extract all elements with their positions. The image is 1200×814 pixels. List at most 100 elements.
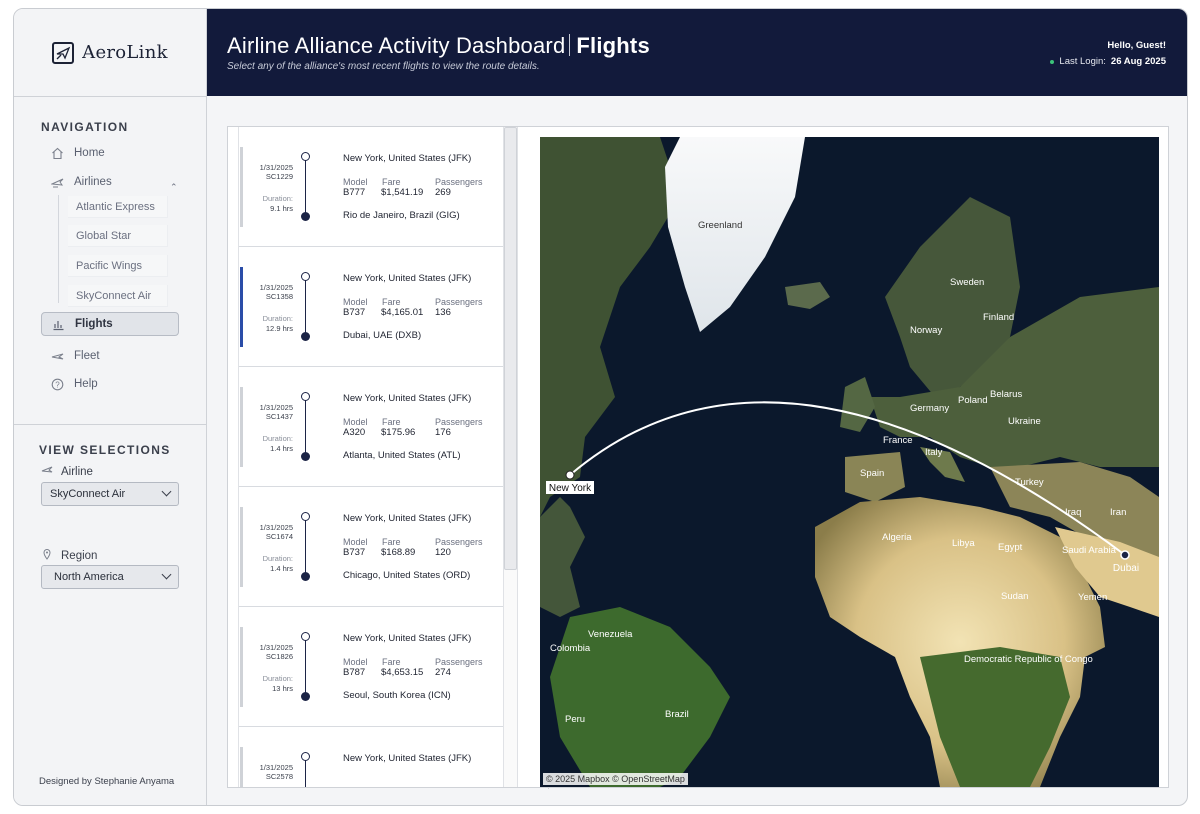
place-label: Norway	[910, 325, 942, 336]
route-timeline	[305, 520, 306, 578]
airline-select-value: SkyConnect Air	[50, 488, 126, 500]
duration-label: Duration:	[262, 314, 293, 323]
last-login-label: Last Login:	[1059, 56, 1106, 67]
place-label: Iraq	[1065, 507, 1081, 518]
place-label: Turkey	[1015, 477, 1044, 488]
model-value: B787	[343, 667, 366, 678]
route-timeline	[305, 400, 306, 458]
flight-code: SC1229	[265, 172, 293, 181]
sidebar-item-atlantic-express[interactable]: Atlantic Express	[68, 196, 168, 218]
model-value: A320	[343, 427, 366, 438]
model-value: B737	[343, 307, 366, 318]
destination-dot-icon	[301, 452, 310, 461]
place-label: Italy	[925, 447, 943, 458]
flight-date-code: 1/31/2025 SC1229	[245, 163, 293, 181]
fare-label: Fare	[382, 297, 401, 307]
passengers-label: Passengers	[435, 657, 483, 667]
destination-label: Dubai	[1113, 563, 1139, 574]
flight-code: SC1358	[265, 292, 293, 301]
place-label: Libya	[952, 538, 975, 549]
passengers-value: 269	[435, 187, 451, 198]
origin-airport: New York, United States (JFK)	[343, 513, 472, 524]
page-title: Airline Alliance Activity Dashboard Fligh…	[227, 33, 650, 59]
map-attribution[interactable]: © 2025 Mapbox © OpenStreetMap	[543, 773, 688, 785]
fare-value: $1,541.19	[381, 187, 424, 198]
logo-icon	[52, 41, 75, 64]
destination-marker[interactable]	[1120, 550, 1130, 560]
origin-airport: New York, United States (JFK)	[343, 753, 472, 764]
origin-marker[interactable]	[565, 470, 575, 480]
route-map[interactable]: New York Dubai Greenland Sweden Finland …	[540, 137, 1159, 787]
selection-bar	[240, 147, 243, 227]
scrollbar[interactable]	[504, 127, 518, 787]
last-login: Last Login: 26 Aug 2025	[1050, 56, 1166, 67]
place-label: Algeria	[882, 532, 912, 543]
chevron-down-icon	[161, 569, 172, 580]
fare-value: $168.89	[381, 547, 416, 558]
chevron-up-icon[interactable]: ⌃	[170, 182, 178, 193]
airline-label: Airline	[41, 465, 93, 478]
nav-item-help[interactable]: ? Help	[41, 372, 181, 396]
nav-item-label: Fleet	[74, 350, 100, 362]
model-label: Model	[343, 657, 368, 667]
region-label: Region	[41, 548, 97, 563]
sidebar-item-skyconnect-air[interactable]: SkyConnect Air	[68, 285, 168, 307]
nav-item-fleet[interactable]: Fleet	[41, 344, 181, 368]
airline-select[interactable]: SkyConnect Air	[41, 482, 179, 506]
flight-card[interactable]: 1/31/2025 SC1826 Duration: 13 hrs New York, …	[239, 607, 503, 727]
flight-date: 1/31/2025	[259, 403, 293, 412]
flight-date-code: 1/31/2025 SC1826	[245, 643, 293, 661]
selection-bar	[240, 267, 243, 347]
flight-list[interactable]: 1/31/2025 SC1229 Duration: 9.1 hrs New York,…	[238, 127, 504, 787]
home-icon	[50, 146, 64, 160]
place-label: Yemen	[1078, 592, 1107, 603]
flight-card[interactable]: 1/31/2025 SC1674 Duration: 1.4 hrs New York,…	[239, 487, 503, 607]
page-header: Airline Alliance Activity Dashboard Fligh…	[207, 9, 1187, 96]
last-login-value: 26 Aug 2025	[1110, 56, 1166, 67]
nav-item-home[interactable]: Home	[41, 141, 181, 165]
sidebar-item-global-star[interactable]: Global Star	[68, 225, 168, 247]
region-label-text: Region	[61, 549, 98, 562]
nav-item-flights[interactable]: Flights	[41, 312, 179, 336]
airline-label-text: Airline	[61, 465, 93, 478]
title-divider	[569, 34, 571, 56]
origin-airport: New York, United States (JFK)	[343, 273, 472, 284]
fare-label: Fare	[382, 417, 401, 427]
duration-label: Duration:	[262, 674, 293, 683]
sidebar-item-pacific-wings[interactable]: Pacific Wings	[68, 255, 168, 277]
origin-airport: New York, United States (JFK)	[343, 393, 472, 404]
origin-dot-icon	[301, 272, 310, 281]
flight-date-code: 1/31/2025 SC2578	[245, 763, 293, 781]
place-label: Democratic Republic of Congo	[964, 654, 1093, 665]
flight-date: 1/31/2025	[259, 643, 293, 652]
place-label: France	[883, 435, 913, 446]
fare-label: Fare	[382, 537, 401, 547]
destination-airport: Seoul, South Korea (ICN)	[343, 690, 451, 701]
scrollbar-thumb[interactable]	[504, 127, 517, 570]
dashboard-title: Airline Alliance Activity Dashboard	[227, 33, 566, 58]
place-label: Greenland	[698, 220, 742, 231]
model-label: Model	[343, 417, 368, 427]
pin-icon	[41, 548, 53, 563]
view-selections-section: VIEW SELECTIONS Airline SkyConnect Air R…	[14, 425, 206, 725]
passengers-label: Passengers	[435, 177, 483, 187]
passengers-value: 274	[435, 667, 451, 678]
duration-value: 9.1 hrs	[270, 204, 293, 213]
nav-item-airlines[interactable]: Airlines	[41, 170, 181, 194]
selection-bar	[240, 747, 243, 787]
flight-card[interactable]: 1/31/2025 SC1437 Duration: 1.4 hrs New York,…	[239, 367, 503, 487]
flight-card[interactable]: 1/31/2025 SC2578 New York, United States (…	[239, 727, 503, 787]
destination-dot-icon	[301, 692, 310, 701]
fare-value: $175.96	[381, 427, 416, 438]
flight-date-code: 1/31/2025 SC1674	[245, 523, 293, 541]
flight-card[interactable]: 1/31/2025 SC1358 Duration: 12.9 hrs New York…	[239, 247, 503, 367]
passengers-label: Passengers	[435, 417, 483, 427]
brand-logo[interactable]: AeroLink	[14, 9, 206, 97]
destination-airport: Chicago, United States (ORD)	[343, 570, 471, 581]
place-label: Finland	[983, 312, 1014, 323]
flight-card[interactable]: 1/31/2025 SC1229 Duration: 9.1 hrs New York,…	[239, 127, 503, 247]
region-select[interactable]: North America	[41, 565, 179, 589]
place-label: Egypt	[998, 542, 1023, 553]
app-frame: AeroLink NAVIGATION Home Airlines ⌃ Atla…	[13, 8, 1188, 806]
destination-airport: Rio de Janeiro, Brazil (GIG)	[343, 210, 460, 221]
